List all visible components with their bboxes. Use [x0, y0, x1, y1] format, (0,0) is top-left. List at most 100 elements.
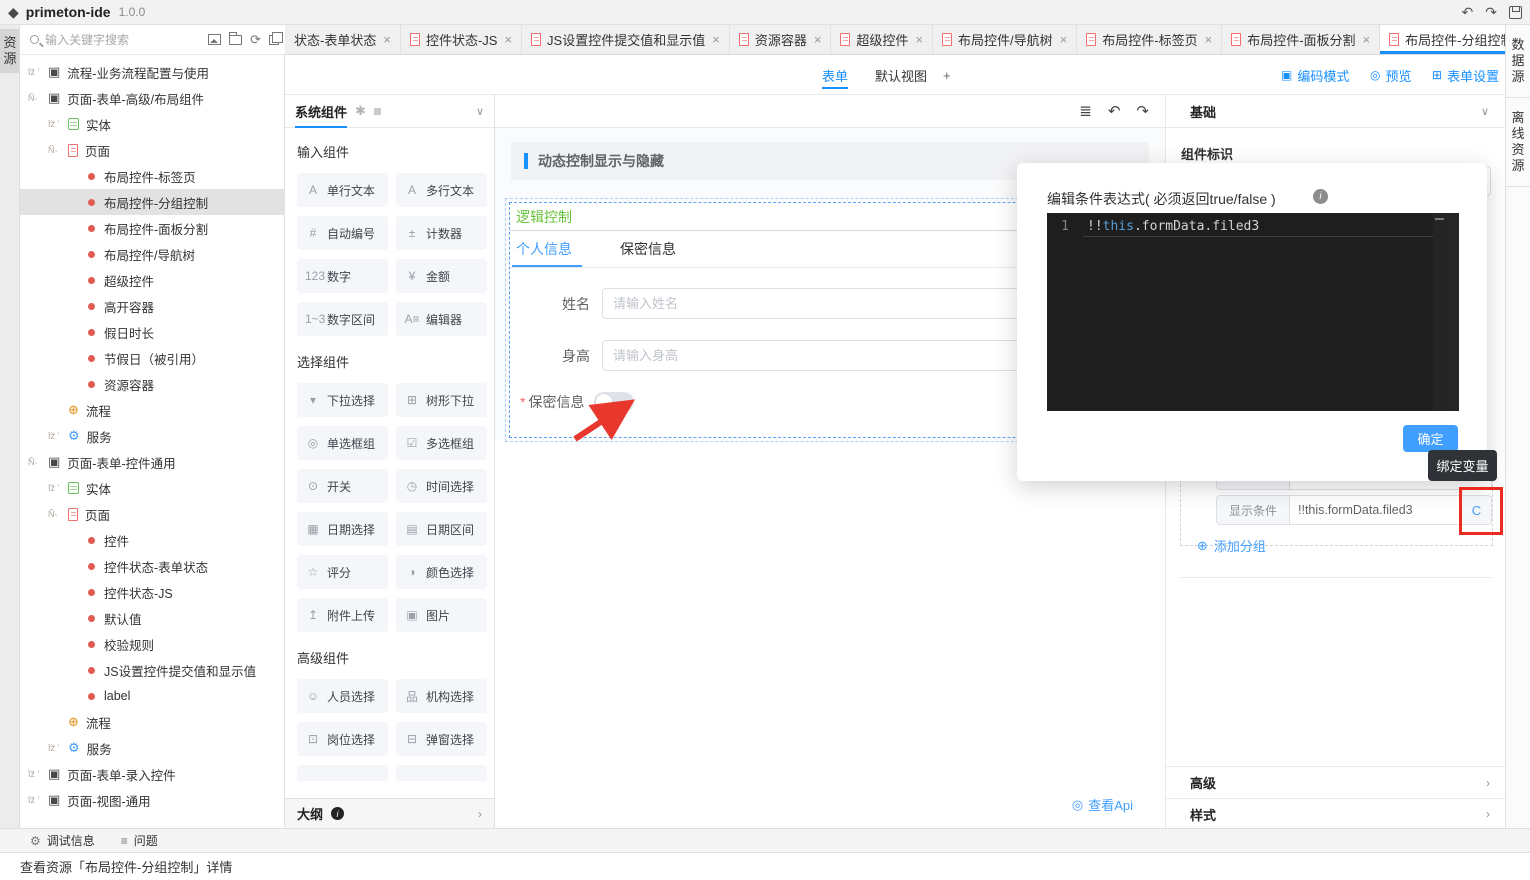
tree-item[interactable]: 超级控件 [20, 267, 284, 293]
palette-item[interactable]: ☑ 多选框组 [396, 426, 487, 460]
tree-item[interactable]: 校验规则 [20, 631, 284, 657]
expander-icon[interactable]: Ñ˴ [28, 93, 48, 103]
refresh-icon[interactable]: ⟳ [250, 32, 261, 48]
code-mode-button[interactable]: ▣编码模式 [1281, 55, 1349, 95]
rail-tab[interactable]: 数据源 [1506, 25, 1530, 98]
expander-icon[interactable]: ĩž ’ [48, 119, 68, 129]
palette-item[interactable]: A≡ 编辑器 [396, 302, 487, 336]
code-editor[interactable]: 1 !!this.formData.filed3 [1047, 213, 1459, 411]
expander-icon[interactable]: ĩž ’ [48, 483, 68, 493]
palette-item[interactable]: ↥ 附件上传 [297, 598, 388, 632]
expander-icon[interactable]: ĩž ’ [48, 743, 68, 753]
palette-item[interactable]: ▤ 日期区间 [396, 512, 487, 546]
outline-list-icon[interactable]: ≣ [1079, 102, 1092, 120]
palette-item[interactable]: ¥ 金额 [396, 259, 487, 293]
palette-item[interactable]: ☺ 人员选择 [297, 679, 388, 713]
confirm-button[interactable]: 确定 [1403, 425, 1458, 452]
view-tab-default-view[interactable]: 默认视图 [875, 55, 927, 95]
tree-item[interactable]: ĩž ’ 服务 [20, 423, 284, 449]
close-icon[interactable] [1060, 32, 1068, 47]
expander-icon[interactable]: ĩž ’ [28, 795, 48, 805]
palette-item[interactable]: ⊞ 树形下拉 [396, 383, 487, 417]
palette-item[interactable]: 123 数字 [297, 259, 388, 293]
close-icon[interactable] [504, 32, 512, 47]
tree-item[interactable]: Ñ˴ 页面-表单-高级/布局组件 [20, 85, 284, 111]
tree-item[interactable]: 资源容器 [20, 371, 284, 397]
palette-item[interactable]: ▦ 日期选择 [297, 512, 388, 546]
tree-item[interactable]: Ñ˴ 页面 [20, 501, 284, 527]
add-group-link[interactable]: ⊕ 添加分组 [1197, 536, 1266, 555]
tree-item[interactable]: 布局控件-面板分割 [20, 215, 284, 241]
tree-item[interactable]: ĩž ’ 页面-视图-通用 [20, 787, 284, 813]
undo-icon[interactable]: ↶ [1462, 4, 1474, 21]
palette-item[interactable]: A 多行文本 [396, 173, 487, 207]
undo-icon[interactable]: ↶ [1108, 102, 1121, 120]
close-icon[interactable] [1205, 32, 1213, 47]
view-api-link[interactable]: ◎ 查看Api [1072, 795, 1133, 814]
palette-item[interactable] [297, 765, 388, 781]
palette-item[interactable]: ⊟ 弹窗选择 [396, 722, 487, 756]
tree-item[interactable]: ĩž ’ 实体 [20, 475, 284, 501]
palette-item[interactable] [396, 765, 487, 781]
close-icon[interactable] [915, 32, 923, 47]
tree-item[interactable]: 控件状态-JS [20, 579, 284, 605]
condition-expression-input[interactable] [1290, 495, 1462, 525]
tree-item[interactable]: ĩž ’ 实体 [20, 111, 284, 137]
tree-item[interactable]: 布局控件/导航树 [20, 241, 284, 267]
save-icon[interactable] [1509, 6, 1522, 19]
panel-section-style[interactable]: 样式 › [1166, 798, 1506, 830]
tree-item[interactable]: ĩž ’ 服务 [20, 735, 284, 761]
group-tab-secret[interactable]: 保密信息 [618, 231, 678, 267]
close-icon[interactable] [814, 32, 822, 47]
close-icon[interactable] [383, 32, 391, 47]
tree-item[interactable]: Ñ˴ 页面 [20, 137, 284, 163]
palette-tab-system[interactable]: 系统组件 [295, 95, 347, 128]
tree-item[interactable]: JS设置控件提交值和显示值 [20, 657, 284, 683]
tree-item[interactable]: 假日时长 [20, 319, 284, 345]
close-icon[interactable] [1363, 32, 1371, 47]
palette-item[interactable]: ⊙ 开关 [297, 469, 388, 503]
editor-tab[interactable]: 布局控件-分组控制 [1380, 25, 1505, 54]
collapse-icon[interactable] [269, 35, 279, 45]
palette-item[interactable]: ◎ 单选框组 [297, 426, 388, 460]
group-tab-personal[interactable]: 个人信息 [514, 231, 574, 267]
palette-item[interactable]: A 单行文本 [297, 173, 388, 207]
tree-item[interactable]: 节假日（被引用） [20, 345, 284, 371]
redo-icon[interactable]: ↷ [1136, 102, 1149, 120]
expander-icon[interactable]: Ñ˴ [28, 457, 48, 467]
preview-button[interactable]: ◎预览 [1370, 55, 1412, 95]
tree-item[interactable]: Ñ˴ 页面-表单-控件通用 [20, 449, 284, 475]
form-settings-button[interactable]: ⊞表单设置 [1432, 55, 1499, 95]
expander-icon[interactable]: Ñ˴ [48, 145, 68, 155]
palette-item[interactable]: 1~3 数字区间 [297, 302, 388, 336]
rail-tab[interactable]: 离线资源 [1506, 98, 1530, 187]
tree-item[interactable]: 高开容器 [20, 293, 284, 319]
search-input[interactable] [45, 33, 165, 47]
add-view-button[interactable]: + [943, 55, 951, 95]
code-line[interactable]: !!this.formData.filed3 [1083, 219, 1433, 237]
expander-icon[interactable]: Ñ˴ [48, 509, 68, 519]
expander-icon[interactable]: ĩž ’ [28, 67, 48, 77]
palette-item[interactable]: ⊡ 岗位选择 [297, 722, 388, 756]
editor-tab[interactable]: 超级控件 [831, 25, 933, 54]
palette-item[interactable]: # 自动编号 [297, 216, 388, 250]
editor-tab[interactable]: 布局控件-标签页 [1077, 25, 1222, 54]
panel-section-advanced[interactable]: 高级 › [1166, 766, 1506, 798]
chevron-right-icon[interactable]: › [478, 807, 482, 821]
tree-item[interactable]: label [20, 683, 284, 709]
outline-bar[interactable]: 大纲 i › [285, 798, 494, 828]
image-icon[interactable] [208, 34, 221, 45]
redo-icon[interactable]: ↷ [1485, 4, 1497, 21]
tree-item[interactable]: 流程 [20, 709, 284, 735]
rail-tab-resources[interactable]: 资源 [0, 29, 19, 73]
tree-item[interactable]: 流程 [20, 397, 284, 423]
chevron-right-icon[interactable]: › [1486, 776, 1490, 790]
editor-tab[interactable]: 布局控件/导航树 [933, 25, 1077, 54]
chevron-right-icon[interactable]: › [1486, 807, 1490, 821]
editor-scrollbar[interactable] [1447, 213, 1459, 411]
editor-tab[interactable]: 状态-表单状态 [285, 25, 401, 54]
tree-item[interactable]: 默认值 [20, 605, 284, 631]
editor-tab[interactable]: 资源容器 [730, 25, 832, 54]
tree-item[interactable]: 控件状态-表单状态 [20, 553, 284, 579]
tree-item[interactable]: ĩž ’ 页面-表单-录入控件 [20, 761, 284, 787]
